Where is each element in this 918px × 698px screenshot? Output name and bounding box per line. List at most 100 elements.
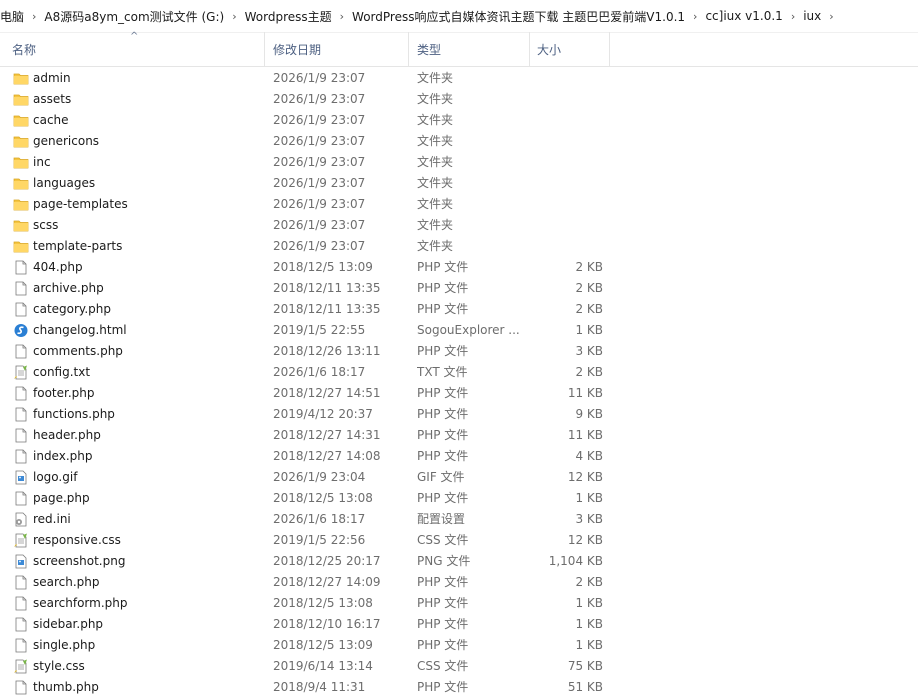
file-row[interactable]: footer.php 2018/12/27 14:51 PHP 文件 11 KB: [0, 383, 918, 404]
file-date-modified: 2026/1/9 23:07: [273, 176, 366, 190]
file-type: PHP 文件: [417, 302, 469, 316]
folder-icon: [13, 239, 29, 254]
file-date-modified: 2026/1/9 23:07: [273, 218, 366, 232]
file-row[interactable]: single.php 2018/12/5 13:09 PHP 文件 1 KB: [0, 635, 918, 656]
file-size: 12 KB: [567, 470, 603, 484]
html-icon: [13, 323, 29, 338]
breadcrumb-item[interactable]: WordPress响应式自媒体资讯主题下载 主题巴巴爱前端V1.0.1: [347, 8, 690, 25]
file-type: 文件夹: [417, 218, 454, 232]
file-size: 2 KB: [575, 260, 603, 274]
file-row[interactable]: changelog.html 2019/1/5 22:55 SogouExplore…: [0, 320, 918, 341]
file-row[interactable]: assets 2026/1/9 23:07 文件夹: [0, 89, 918, 110]
file-row[interactable]: responsive.css 2019/1/5 22:56 CSS 文件 12 KB: [0, 530, 918, 551]
breadcrumb-separator-icon[interactable]: ›: [29, 10, 39, 23]
breadcrumb-separator-icon[interactable]: ›: [690, 10, 700, 23]
file-row[interactable]: header.php 2018/12/27 14:31 PHP 文件 11 KB: [0, 425, 918, 446]
file-name: inc: [33, 155, 51, 169]
file-row[interactable]: admin 2026/1/9 23:07 文件夹: [0, 68, 918, 89]
file-date-modified: 2026/1/9 23:04: [273, 470, 366, 484]
file-name: genericons: [33, 134, 100, 148]
file-name: 404.php: [33, 260, 83, 274]
column-header-name[interactable]: ^ 名称: [0, 31, 265, 66]
file-type: PHP 文件: [417, 491, 469, 505]
folder-icon: [13, 113, 29, 128]
file-type: GIF 文件: [417, 470, 465, 484]
file-row[interactable]: 404.php 2018/12/5 13:09 PHP 文件 2 KB: [0, 257, 918, 278]
file-size: 9 KB: [575, 407, 603, 421]
file-name: config.txt: [33, 365, 91, 379]
file-size: 1 KB: [575, 596, 603, 610]
breadcrumb-separator-icon[interactable]: ›: [826, 10, 836, 23]
file-date-modified: 2019/1/5 22:55: [273, 323, 366, 337]
file-name: style.css: [33, 659, 85, 673]
file-size: [530, 173, 603, 194]
column-header-type[interactable]: 类型: [409, 32, 530, 66]
file-row[interactable]: searchform.php 2018/12/5 13:08 PHP 文件 1 KB: [0, 593, 918, 614]
file-size: 2 KB: [575, 302, 603, 316]
file-row[interactable]: index.php 2018/12/27 14:08 PHP 文件 4 KB: [0, 446, 918, 467]
file-row[interactable]: scss 2026/1/9 23:07 文件夹: [0, 215, 918, 236]
file-name: archive.php: [33, 281, 104, 295]
file-type: PHP 文件: [417, 386, 469, 400]
file-row[interactable]: template-parts 2026/1/9 23:07 文件夹: [0, 236, 918, 257]
breadcrumb-item[interactable]: cc]iux v1.0.1: [700, 9, 787, 23]
file-name: sidebar.php: [33, 617, 104, 631]
file-type: 文件夹: [417, 71, 454, 85]
file-name: screenshot.png: [33, 554, 126, 568]
file-icon: [13, 575, 29, 590]
file-row[interactable]: config.txt 2026/1/6 18:17 TXT 文件 2 KB: [0, 362, 918, 383]
file-row[interactable]: page-templates 2026/1/9 23:07 文件夹: [0, 194, 918, 215]
file-name: searchform.php: [33, 596, 128, 610]
file-row[interactable]: red.ini 2026/1/6 18:17 配置设置 3 KB: [0, 509, 918, 530]
folder-icon: [13, 92, 29, 107]
file-row[interactable]: genericons 2026/1/9 23:07 文件夹: [0, 131, 918, 152]
file-date-modified: 2026/1/9 23:07: [273, 113, 366, 127]
file-row[interactable]: comments.php 2018/12/26 13:11 PHP 文件 3 KB: [0, 341, 918, 362]
file-name: footer.php: [33, 386, 95, 400]
file-type: 文件夹: [417, 92, 454, 106]
file-size: 75 KB: [567, 659, 603, 673]
file-name: changelog.html: [33, 323, 127, 337]
file-row[interactable]: cache 2026/1/9 23:07 文件夹: [0, 110, 918, 131]
file-row[interactable]: languages 2026/1/9 23:07 文件夹: [0, 173, 918, 194]
file-row[interactable]: search.php 2018/12/27 14:09 PHP 文件 2 KB: [0, 572, 918, 593]
file-name: page-templates: [33, 197, 128, 211]
file-size: 12 KB: [567, 533, 603, 547]
column-header-date-label: 修改日期: [273, 42, 322, 57]
file-date-modified: 2019/4/12 20:37: [273, 407, 373, 421]
file-row[interactable]: sidebar.php 2018/12/10 16:17 PHP 文件 1 KB: [0, 614, 918, 635]
file-row[interactable]: logo.gif 2026/1/9 23:04 GIF 文件 12 KB: [0, 467, 918, 488]
file-size: [530, 131, 603, 152]
file-name: functions.php: [33, 407, 115, 421]
file-type: CSS 文件: [417, 659, 469, 673]
file-icon: [13, 407, 29, 422]
file-row[interactable]: screenshot.png 2018/12/25 20:17 PNG 文件 1,10…: [0, 551, 918, 572]
breadcrumb-item[interactable]: Wordpress主题: [240, 8, 337, 25]
file-row[interactable]: category.php 2018/12/11 13:35 PHP 文件 2 KB: [0, 299, 918, 320]
file-type: 配置设置: [417, 512, 466, 526]
breadcrumb-item[interactable]: A8源码a8ym_com测试文件 (G:): [39, 8, 229, 25]
column-header-date[interactable]: 修改日期: [265, 32, 409, 66]
file-date-modified: 2026/1/6 18:17: [273, 512, 366, 526]
column-header-size[interactable]: 大小: [530, 32, 610, 66]
file-name: responsive.css: [33, 533, 121, 547]
sort-ascending-icon: ^: [130, 31, 139, 42]
breadcrumb-separator-icon[interactable]: ›: [337, 10, 347, 23]
file-date-modified: 2018/12/5 13:08: [273, 491, 373, 505]
folder-icon: [13, 71, 29, 86]
settings-file-icon: [13, 512, 29, 527]
breadcrumb-item[interactable]: iux: [798, 9, 826, 23]
breadcrumb-separator-icon[interactable]: ›: [229, 10, 239, 23]
breadcrumb-item[interactable]: 电脑: [0, 8, 29, 25]
file-row[interactable]: functions.php 2019/4/12 20:37 PHP 文件 9 KB: [0, 404, 918, 425]
file-row[interactable]: inc 2026/1/9 23:07 文件夹: [0, 152, 918, 173]
file-size: 3 KB: [575, 344, 603, 358]
file-icon: [13, 596, 29, 611]
breadcrumb-separator-icon[interactable]: ›: [788, 10, 798, 23]
file-row[interactable]: style.css 2019/6/14 13:14 CSS 文件 75 KB: [0, 656, 918, 677]
file-date-modified: 2019/1/5 22:56: [273, 533, 366, 547]
file-icon: [13, 302, 29, 317]
file-row[interactable]: page.php 2018/12/5 13:08 PHP 文件 1 KB: [0, 488, 918, 509]
file-row[interactable]: archive.php 2018/12/11 13:35 PHP 文件 2 KB: [0, 278, 918, 299]
image-icon: [13, 470, 29, 485]
